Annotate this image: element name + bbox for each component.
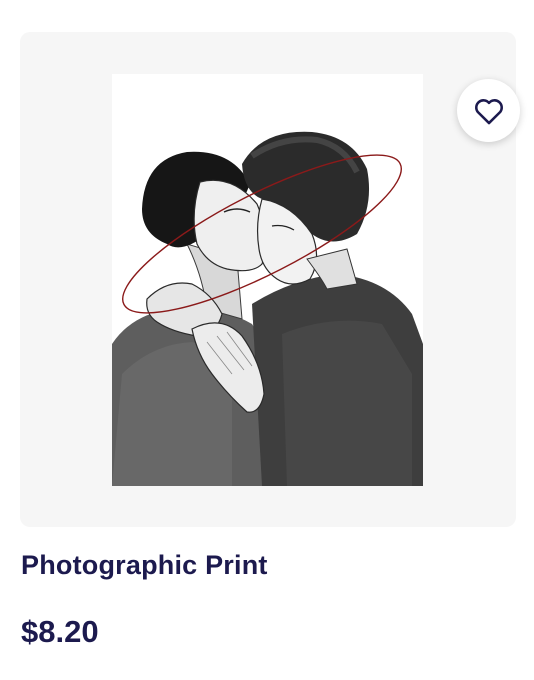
artwork-image[interactable] [112, 74, 423, 486]
product-title[interactable]: Photographic Print [21, 550, 268, 581]
product-price: $8.20 [21, 614, 99, 649]
product-card[interactable]: Photographic Print $8.20 [0, 0, 534, 680]
favorite-button[interactable] [457, 79, 520, 142]
artwork-illustration [112, 74, 423, 486]
product-image-panel[interactable] [20, 32, 520, 527]
heart-outline-icon [474, 98, 503, 124]
